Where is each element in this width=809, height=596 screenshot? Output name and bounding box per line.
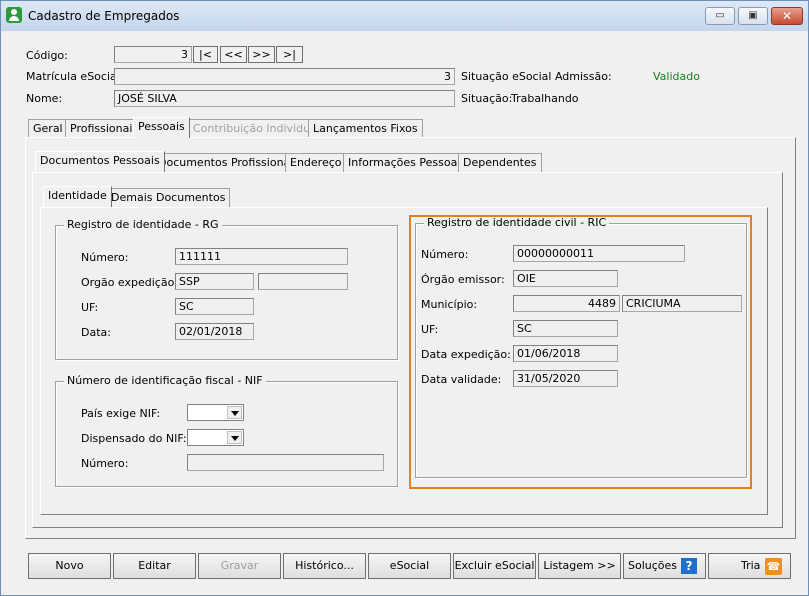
title-bar: Cadastro de Empregados ▭ ▣ ✕ [1, 1, 808, 31]
app-user-icon [6, 7, 22, 23]
situacao-admissao-value: Validado [653, 70, 700, 83]
matricula-field[interactable]: 3 [114, 68, 455, 85]
tab-documentos-pessoais[interactable]: Documentos Pessoais [35, 151, 165, 172]
nome-label: Nome: [26, 92, 63, 105]
nav-last-button[interactable]: >| [276, 46, 303, 63]
rg-uf-label: UF: [81, 301, 99, 314]
nome-field[interactable]: JOSÉ SILVA [114, 90, 455, 107]
maximize-button[interactable]: ▣ [738, 7, 768, 25]
rg-orgao-extra-field[interactable] [258, 273, 348, 290]
tab-demais-documentos[interactable]: Demais Documentos [106, 188, 231, 207]
headset-icon: ☎ [765, 558, 782, 575]
tria-label: Tria [741, 559, 761, 572]
rg-group-title: Registro de identidade - RG [64, 218, 222, 231]
solucoes-label: Soluções [628, 559, 678, 572]
ric-orgao-field[interactable]: OIE [513, 270, 618, 287]
excluir-esocial-button[interactable]: Excluir eSocial [453, 553, 536, 579]
tria-button[interactable]: Tria ☎ [708, 553, 791, 579]
ric-numero-label: Número: [421, 248, 469, 261]
tab-documentos-profissionais[interactable]: Documentos Profissionais [153, 153, 305, 172]
minimize-button[interactable]: ▭ [705, 7, 735, 25]
nif-pais-label: País exige NIF: [81, 407, 161, 420]
ric-data-validade-field[interactable]: 31/05/2020 [513, 370, 618, 387]
ric-data-validade-label: Data validade: [421, 373, 502, 386]
rg-numero-field[interactable]: 111111 [175, 248, 348, 265]
nif-numero-field[interactable] [187, 454, 384, 471]
ric-orgao-label: Órgão emissor: [421, 273, 505, 286]
ric-uf-label: UF: [421, 323, 439, 336]
ric-uf-field[interactable]: SC [513, 320, 618, 337]
solucoes-button[interactable]: Soluções ? [623, 553, 706, 579]
rg-uf-field[interactable]: SC [175, 298, 254, 315]
nif-dispensado-label: Dispensado do NIF: [81, 432, 187, 445]
rg-orgao-field[interactable]: SSP [175, 273, 254, 290]
rg-orgao-label: Orgão expedição: [81, 276, 179, 289]
rg-data-field[interactable]: 02/01/2018 [175, 323, 254, 340]
novo-button[interactable]: Novo [28, 553, 111, 579]
tab-endereco[interactable]: Endereço [285, 153, 347, 172]
ric-municipio-code-field[interactable]: 4489 [513, 295, 620, 312]
matricula-label: Matrícula eSocial: [26, 70, 124, 83]
nif-numero-label: Número: [81, 457, 129, 470]
situacao-value: Trabalhando [511, 92, 579, 105]
tab-pessoais[interactable]: Pessoais [133, 117, 190, 138]
rg-numero-label: Número: [81, 251, 129, 264]
gravar-button[interactable]: Gravar [198, 553, 281, 579]
window: Cadastro de Empregados ▭ ▣ ✕ Código: 3 |… [0, 0, 809, 596]
esocial-button[interactable]: eSocial [368, 553, 451, 579]
ric-numero-field[interactable]: 00000000011 [513, 245, 685, 262]
ric-municipio-label: Município: [421, 298, 478, 311]
tab-informacoes-pessoais[interactable]: Informações Pessoais [343, 153, 472, 172]
help-icon: ? [681, 558, 697, 574]
listagem-button[interactable]: Listagem >> [538, 553, 621, 579]
situacao-label: Situação: [461, 92, 513, 105]
historico-button[interactable]: Histórico... [283, 553, 366, 579]
nif-pais-select[interactable] [187, 404, 244, 421]
nav-next-button[interactable]: >> [248, 46, 275, 63]
tab-contribuicao-individual[interactable]: Contribuição Individual [188, 119, 325, 138]
nif-group-title: Número de identificação fiscal - NIF [64, 374, 266, 387]
nav-first-button[interactable]: |< [193, 46, 218, 63]
tab-dependentes[interactable]: Dependentes [458, 153, 542, 172]
codigo-label: Código: [26, 49, 68, 62]
chevron-down-icon[interactable] [227, 431, 242, 444]
nif-dispensado-select[interactable] [187, 429, 244, 446]
close-button[interactable]: ✕ [771, 7, 803, 25]
ric-municipio-name-field[interactable]: CRICIUMA [622, 295, 742, 312]
rg-data-label: Data: [81, 326, 111, 339]
editar-button[interactable]: Editar [113, 553, 196, 579]
chevron-down-icon[interactable] [227, 406, 242, 419]
nav-prev-button[interactable]: << [220, 46, 247, 63]
codigo-field[interactable]: 3 [114, 46, 192, 63]
situacao-admissao-label: Situação eSocial Admissão: [461, 70, 612, 83]
tab-profissionais[interactable]: Profissionais [65, 119, 144, 138]
window-title: Cadastro de Empregados [28, 9, 180, 23]
tab-lancamentos-fixos[interactable]: Lançamentos Fixos [308, 119, 423, 138]
tab-geral[interactable]: Geral [28, 119, 68, 138]
ric-data-expedicao-field[interactable]: 01/06/2018 [513, 345, 618, 362]
ric-data-expedicao-label: Data expedição: [421, 348, 511, 361]
tab-identidade[interactable]: Identidade [43, 186, 112, 207]
